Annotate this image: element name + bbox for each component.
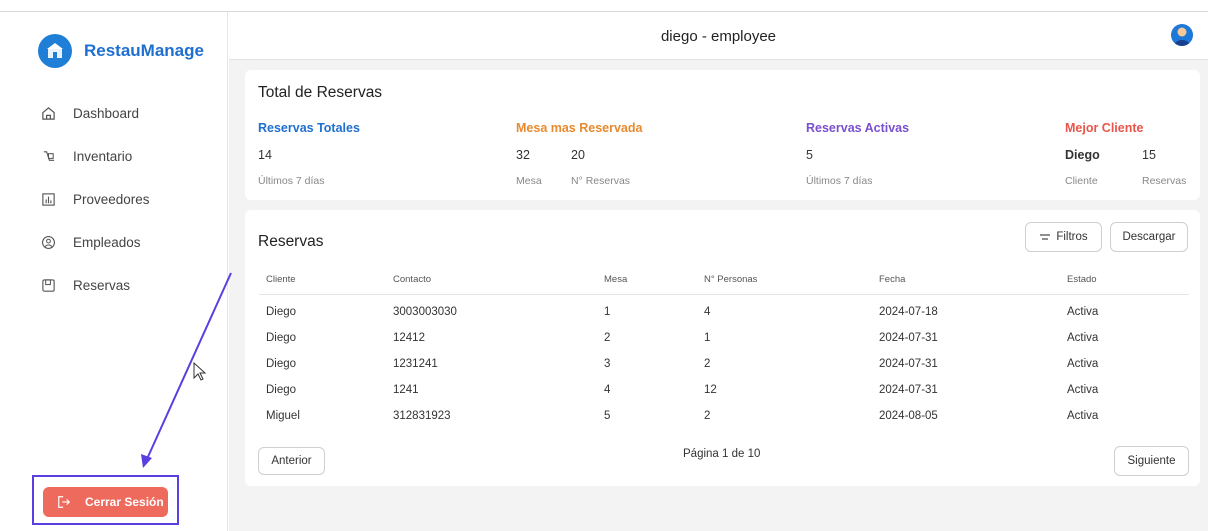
stat-mesa-reservas-sub: N° Reservas: [571, 175, 631, 187]
table-cell: Activa: [1067, 306, 1099, 318]
filter-icon: [1039, 232, 1051, 242]
sidebar-item-label: Proveedores: [73, 192, 150, 207]
table-cell: 2024-07-31: [879, 358, 938, 370]
home-icon: [40, 106, 56, 122]
stat-mesa-value: 32: [516, 148, 530, 162]
stat-cliente-label: Mejor Cliente: [1065, 121, 1144, 135]
sidebar-item-reservas[interactable]: Reservas: [40, 264, 150, 307]
table-cell: 5: [604, 410, 611, 422]
restaurant-logo-icon: [38, 34, 72, 68]
logout-button[interactable]: Cerrar Sesión: [43, 487, 168, 517]
stat-cliente-count: 15: [1142, 148, 1156, 162]
window-top-bar: [0, 0, 1208, 12]
table-cell: 12: [704, 384, 717, 396]
main-content: diego - employee Total de Reservas Reser…: [229, 12, 1208, 531]
reservas-card: Reservas Filtros Descargar Cliente Conta…: [245, 210, 1200, 486]
table-cell: Activa: [1067, 358, 1099, 370]
table-cell: 1241: [393, 384, 419, 396]
avatar[interactable]: [1171, 24, 1193, 46]
table-cell: 3003003030: [393, 306, 457, 318]
next-page-button[interactable]: Siguiente: [1114, 446, 1189, 476]
sidebar-item-dashboard[interactable]: Dashboard: [40, 92, 150, 135]
table-cell: 2024-07-18: [879, 306, 938, 318]
table-cell: Activa: [1067, 410, 1099, 422]
table-cell: Diego: [266, 332, 297, 344]
summary-card: Total de Reservas Reservas Totales 14 Úl…: [245, 70, 1200, 200]
table-cell: 4: [604, 384, 611, 396]
filter-button[interactable]: Filtros: [1025, 222, 1102, 252]
filter-label: Filtros: [1056, 231, 1088, 243]
download-button[interactable]: Descargar: [1110, 222, 1188, 252]
brand[interactable]: RestauManage: [38, 34, 204, 68]
table-cell: 1: [704, 332, 711, 344]
logout-icon: [57, 495, 71, 509]
sidebar-item-proveedores[interactable]: Proveedores: [40, 178, 150, 221]
stat-activas-sub: Últimos 7 días: [806, 175, 873, 187]
stat-cliente-name: Diego: [1065, 148, 1100, 162]
table-cell: Activa: [1067, 332, 1099, 344]
table-cell: 3: [604, 358, 611, 370]
table-cell: 312831923: [393, 410, 451, 422]
sidebar-item-label: Inventario: [73, 149, 133, 164]
stat-cliente-sub: Cliente: [1065, 175, 1098, 187]
column-header[interactable]: Contacto: [393, 274, 431, 285]
table-cell: 2024-08-05: [879, 410, 938, 422]
previous-page-button[interactable]: Anterior: [258, 447, 325, 475]
column-header[interactable]: Cliente: [266, 274, 296, 285]
table-cell: 2024-07-31: [879, 332, 938, 344]
sidebar-item-label: Empleados: [73, 235, 141, 250]
user-icon: [40, 235, 56, 251]
inventory-icon: [40, 149, 56, 165]
table-header-divider: [259, 294, 1189, 295]
stat-mesa-sub: Mesa: [516, 175, 542, 187]
header: diego - employee: [229, 12, 1208, 60]
table-cell: 2024-07-31: [879, 384, 938, 396]
table-cell: Miguel: [266, 410, 300, 422]
column-header[interactable]: Mesa: [604, 274, 627, 285]
sidebar-nav: Dashboard Inventario Proveedores Emplead…: [40, 92, 150, 307]
stat-total-value: 14: [258, 148, 272, 162]
sidebar-item-label: Reservas: [73, 278, 131, 293]
stat-mesa-reservas-value: 20: [571, 148, 585, 162]
table-cell: 2: [704, 410, 711, 422]
page-info: Página 1 de 10: [683, 448, 761, 460]
stat-total-sub: Últimos 7 días: [258, 175, 325, 187]
stat-activas-label: Reservas Activas: [806, 121, 910, 135]
sidebar-item-inventario[interactable]: Inventario: [40, 135, 150, 178]
mouse-cursor-icon: [193, 362, 207, 381]
chart-icon: [40, 192, 56, 208]
column-header[interactable]: N° Personas: [704, 274, 757, 285]
table-cell: 2: [604, 332, 611, 344]
table-cell: Diego: [266, 306, 297, 318]
stat-total-label: Reservas Totales: [258, 121, 360, 135]
brand-name: RestauManage: [84, 41, 204, 60]
table-cell: 2: [704, 358, 711, 370]
table-cell: Diego: [266, 384, 297, 396]
table-cell: 4: [704, 306, 711, 318]
sidebar-item-label: Dashboard: [73, 106, 140, 121]
column-header[interactable]: Fecha: [879, 274, 905, 285]
logout-highlight-box: Cerrar Sesión: [32, 475, 179, 525]
column-header[interactable]: Estado: [1067, 274, 1097, 285]
stat-cliente-count-sub: Reservas: [1142, 175, 1187, 187]
sidebar-item-empleados[interactable]: Empleados: [40, 221, 150, 264]
stat-mesa-label: Mesa mas Reservada: [516, 121, 643, 135]
reservas-title: Reservas: [258, 233, 324, 250]
stat-activas-value: 5: [806, 148, 813, 162]
logout-label: Cerrar Sesión: [85, 495, 164, 509]
table-cell: 1231241: [393, 358, 438, 370]
sidebar: RestauManage Dashboard Inventario Provee…: [0, 12, 228, 531]
summary-title: Total de Reservas: [258, 84, 383, 101]
table-cell: 1: [604, 306, 611, 318]
table-cell: Activa: [1067, 384, 1099, 396]
table-cell: 12412: [393, 332, 425, 344]
user-title: diego - employee: [660, 28, 777, 45]
book-icon: [40, 278, 56, 294]
table-cell: Diego: [266, 358, 297, 370]
